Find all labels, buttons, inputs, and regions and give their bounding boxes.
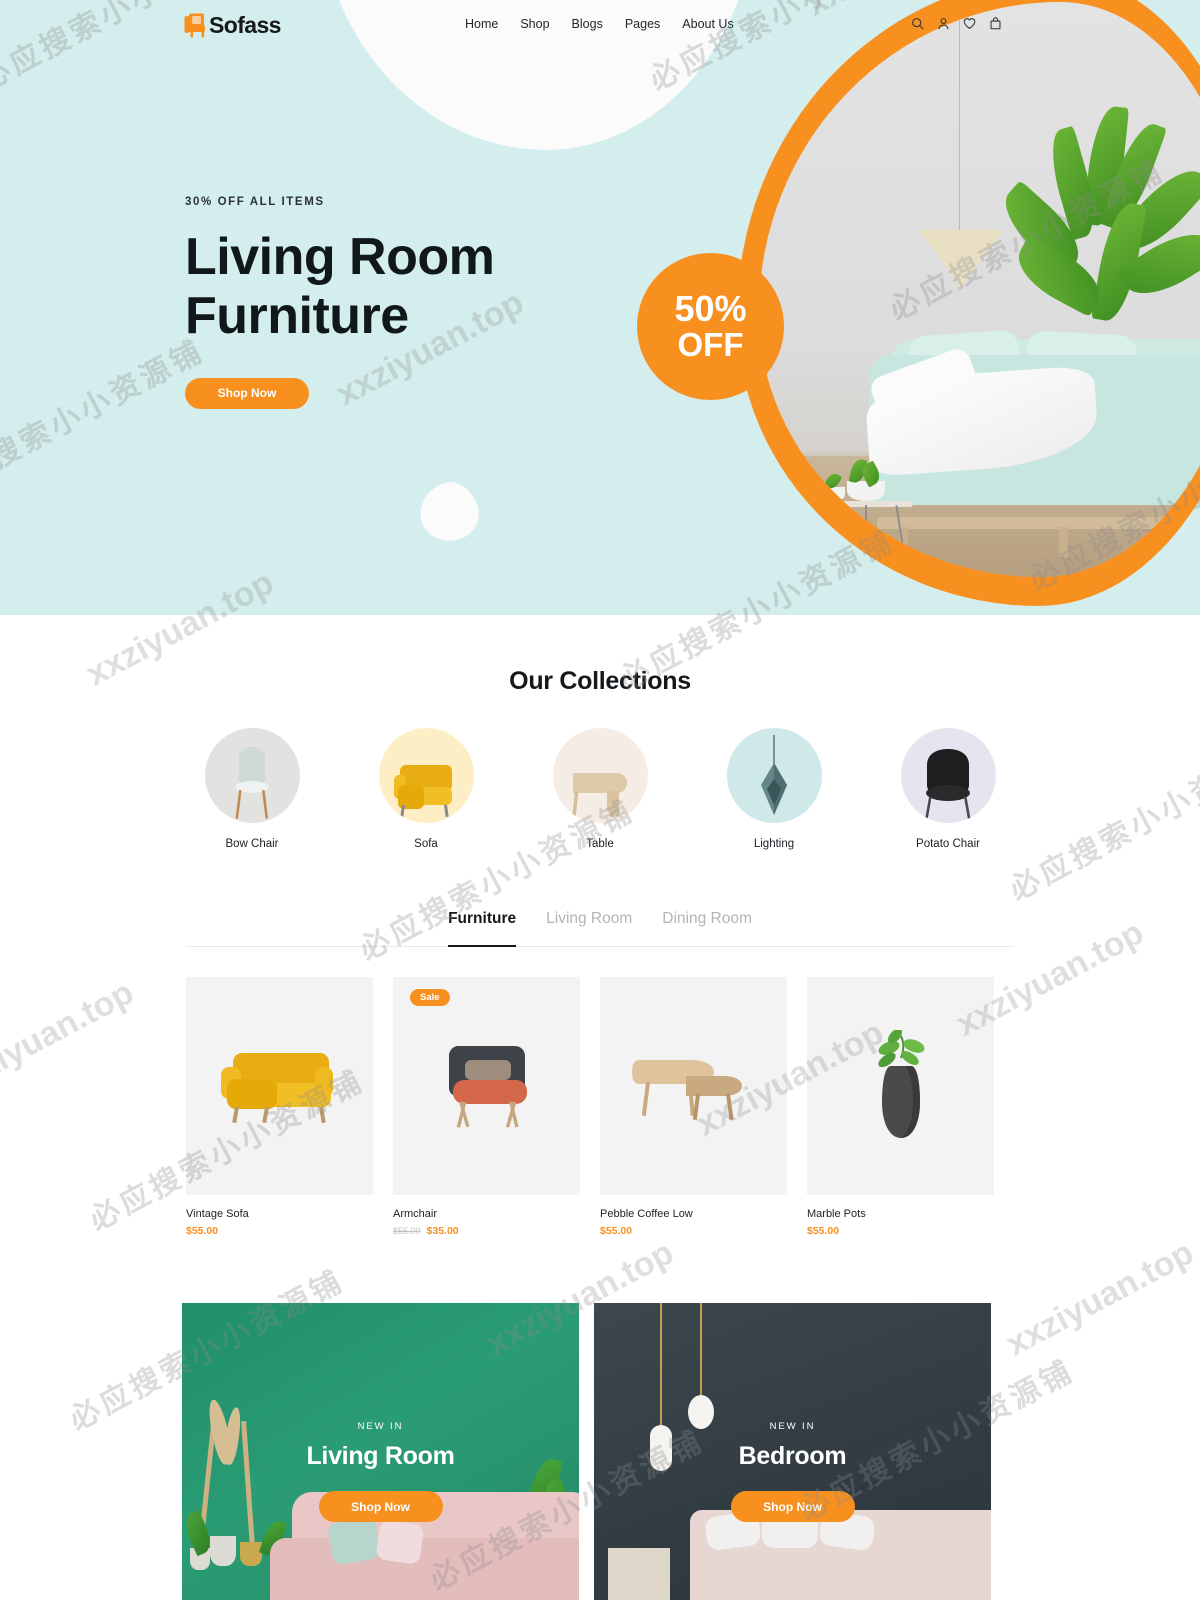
product-card[interactable]: Vintage Sofa $55.00 xyxy=(186,977,373,1237)
collections-list: Bow Chair Sofa Table Lighting Potato Cha… xyxy=(0,728,1200,850)
nav-item-pages[interactable]: Pages xyxy=(625,17,660,31)
collection-item-table[interactable]: Table xyxy=(552,728,648,850)
collection-item-potato-chair[interactable]: Potato Chair xyxy=(900,728,996,850)
hero-title-line2: Furniture xyxy=(185,287,409,346)
collection-thumb xyxy=(204,728,300,823)
collection-item-lighting[interactable]: Lighting xyxy=(726,728,822,850)
product-old-price: $55.00 xyxy=(393,1226,421,1236)
products-section: Furniture Living Room Dining Room Vintag… xyxy=(186,910,1014,1237)
hero-section: 30% OFF ALL ITEMS Living Room Furniture … xyxy=(0,0,1200,615)
product-price: $55.00 xyxy=(807,1225,840,1237)
promo-banner-bedroom[interactable]: NEW IN Bedroom Shop Now xyxy=(594,1303,991,1600)
product-card[interactable]: Pebble Coffee Low $55.00 xyxy=(600,977,787,1237)
nav-item-about-us[interactable]: About Us xyxy=(682,17,733,31)
product-price-row: $55.00 $35.00 xyxy=(393,1225,580,1237)
collection-label: Table xyxy=(586,838,614,850)
armchair-icon xyxy=(184,13,206,39)
product-image xyxy=(807,977,994,1195)
product-price-row: $55.00 xyxy=(600,1225,787,1237)
collection-item-sofa[interactable]: Sofa xyxy=(378,728,474,850)
product-name: Pebble Coffee Low xyxy=(600,1208,693,1220)
pendant-lamp-icon xyxy=(919,230,1003,288)
heart-icon[interactable] xyxy=(963,17,976,30)
hero-interior-photo xyxy=(759,2,1200,577)
hero-decor-blob-small xyxy=(412,475,486,549)
discount-badge-percent: 50% xyxy=(674,288,747,330)
watermark-text: xxziyuan.top xyxy=(1000,1233,1200,1364)
status-badge: Sale xyxy=(410,989,450,1006)
search-icon[interactable] xyxy=(911,17,924,30)
tab-living-room[interactable]: Living Room xyxy=(546,910,632,936)
banner-title: Living Room xyxy=(306,1442,455,1470)
collection-thumb xyxy=(552,728,648,823)
collections-section: Our Collections Bow Chair Sofa Table Lig… xyxy=(0,615,1200,850)
discount-badge: 50% OFF xyxy=(637,253,784,400)
site-logo[interactable]: Sofass xyxy=(184,12,281,39)
banner-shop-now-button[interactable]: Shop Now xyxy=(730,1491,855,1522)
hero-artwork xyxy=(735,0,1200,615)
banner-title: Bedroom xyxy=(738,1442,847,1470)
hero-shop-now-button[interactable]: Shop Now xyxy=(185,377,309,409)
user-icon[interactable] xyxy=(937,17,950,30)
product-price-row: $55.00 xyxy=(807,1225,994,1237)
banner-copy: NEW IN Bedroom Shop Now xyxy=(594,1421,991,1522)
bag-icon[interactable] xyxy=(989,17,1002,30)
hero-title-line1: Living Room xyxy=(185,228,495,286)
banner-eyebrow: NEW IN xyxy=(769,1421,816,1432)
collections-title: Our Collections xyxy=(509,667,691,695)
header-icons xyxy=(911,17,1002,30)
collection-item-bow-chair[interactable]: Bow Chair xyxy=(204,728,300,850)
main-navigation: Home Shop Blogs Pages About Us xyxy=(465,17,734,31)
nav-item-blogs[interactable]: Blogs xyxy=(572,17,603,31)
product-card[interactable]: Marble Pots $55.00 xyxy=(807,977,994,1237)
tab-furniture[interactable]: Furniture xyxy=(448,910,517,947)
promo-banners: NEW IN Living Room Shop Now NEW IN Bedro… xyxy=(182,1303,991,1600)
product-price: $35.00 xyxy=(426,1225,459,1237)
product-name: Marble Pots xyxy=(807,1208,866,1220)
product-image: Sale xyxy=(393,977,580,1195)
banner-shop-now-button[interactable]: Shop Now xyxy=(318,1491,443,1522)
site-header: Sofass Home Shop Blogs Pages About Us xyxy=(0,0,1200,52)
collection-label: Lighting xyxy=(753,838,795,850)
product-price-row: $55.00 xyxy=(186,1225,373,1237)
product-price: $55.00 xyxy=(600,1225,633,1237)
product-name: Vintage Sofa xyxy=(186,1208,249,1220)
collection-thumb xyxy=(900,728,996,823)
collection-label: Sofa xyxy=(414,838,438,850)
collection-label: Potato Chair xyxy=(916,838,980,850)
hero-eyebrow: 30% OFF ALL ITEMS xyxy=(185,196,325,208)
promo-banner-living-room[interactable]: NEW IN Living Room Shop Now xyxy=(182,1303,579,1600)
banner-eyebrow: NEW IN xyxy=(357,1421,404,1432)
product-image xyxy=(600,977,787,1195)
product-price: $55.00 xyxy=(186,1225,219,1237)
discount-badge-label: OFF xyxy=(677,326,744,364)
logo-text: Sofass xyxy=(209,12,281,38)
collection-label: Bow Chair xyxy=(225,838,279,850)
collection-thumb xyxy=(726,728,822,823)
product-image xyxy=(186,977,373,1195)
product-card[interactable]: Sale Armchair $55.00 $35.00 xyxy=(393,977,580,1237)
product-tabs: Furniture Living Room Dining Room xyxy=(186,910,1014,947)
watermark-text: xxziyuan.top xyxy=(0,973,140,1104)
hero-copy: 30% OFF ALL ITEMS Living Room Furniture … xyxy=(185,196,495,409)
tab-dining-room[interactable]: Dining Room xyxy=(662,910,752,936)
nav-item-shop[interactable]: Shop xyxy=(520,17,549,31)
banner-copy: NEW IN Living Room Shop Now xyxy=(182,1421,579,1522)
page-title: Living Room Furniture xyxy=(185,228,495,347)
nav-item-home[interactable]: Home xyxy=(465,17,498,31)
plant-decor xyxy=(992,104,1200,356)
product-grid: Vintage Sofa $55.00 Sale Armchair $55.00… xyxy=(186,977,1014,1237)
collection-thumb xyxy=(378,728,474,823)
product-name: Armchair xyxy=(393,1208,438,1220)
